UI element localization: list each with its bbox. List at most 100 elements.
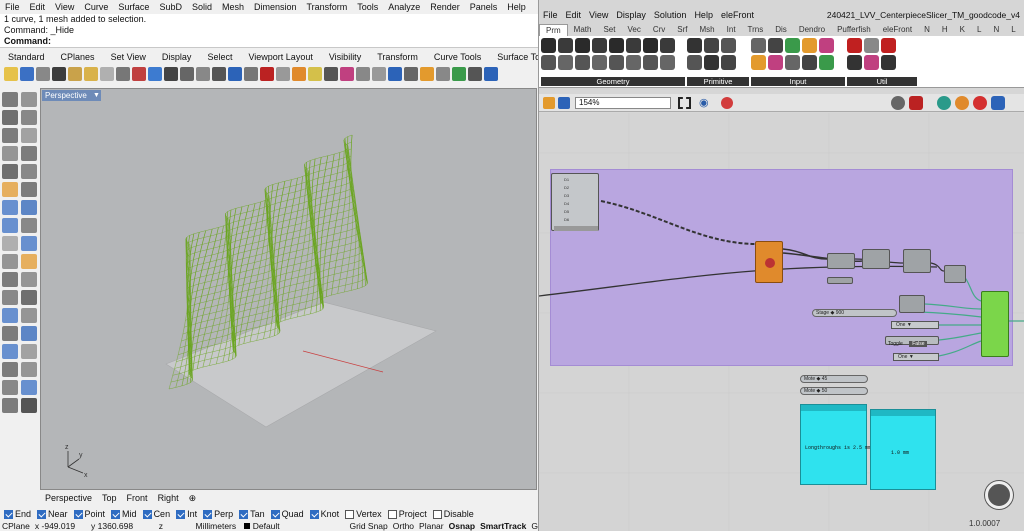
toolbar-tab[interactable]: Standard: [0, 50, 53, 64]
tool-icon[interactable]: [21, 92, 37, 107]
menu-solid[interactable]: Solid: [187, 0, 217, 14]
toolbar-icon[interactable]: [132, 67, 146, 81]
component[interactable]: [944, 265, 966, 283]
component-icon[interactable]: [704, 38, 719, 53]
component-icon[interactable]: [609, 55, 624, 70]
component-icon[interactable]: [864, 55, 879, 70]
component-icon[interactable]: [785, 55, 800, 70]
status-toggle[interactable]: Osnap: [449, 521, 475, 531]
toolbar-icon[interactable]: [116, 67, 130, 81]
osnap-project[interactable]: Project: [387, 509, 427, 519]
view-tab[interactable]: ⊕: [184, 491, 202, 505]
toolbar-tab[interactable]: Set View: [103, 50, 154, 64]
osnap-point[interactable]: Point: [73, 509, 105, 519]
osnap-int[interactable]: Int: [176, 509, 197, 519]
tool-icon[interactable]: [21, 290, 37, 305]
toolbar-tab[interactable]: Curve Tools: [426, 50, 489, 64]
component-icon[interactable]: [802, 55, 817, 70]
toolbar-icon[interactable]: [228, 67, 242, 81]
menu-edit[interactable]: Edit: [25, 0, 51, 14]
component-icon[interactable]: [558, 38, 573, 53]
tool-icon[interactable]: [21, 326, 37, 341]
toolbar-icon[interactable]: [484, 67, 498, 81]
sketch-icon[interactable]: [721, 97, 733, 109]
component-icon[interactable]: [558, 55, 573, 70]
component-icon[interactable]: [847, 55, 862, 70]
tool-icon[interactable]: [2, 398, 18, 413]
gh-tab[interactable]: Srf: [671, 24, 693, 36]
gh-tab[interactable]: Dis: [769, 24, 793, 36]
gh-tab[interactable]: Trns: [742, 24, 770, 36]
document-preview-icon[interactable]: [955, 96, 969, 110]
tool-icon[interactable]: [2, 344, 18, 359]
component-icon[interactable]: [592, 38, 607, 53]
toolbar-icon[interactable]: [420, 67, 434, 81]
checkbox-icon[interactable]: [203, 509, 213, 519]
tool-icon[interactable]: [2, 146, 18, 161]
save-file-icon[interactable]: [558, 97, 570, 109]
tool-icon[interactable]: [21, 344, 37, 359]
component-icon[interactable]: [768, 38, 783, 53]
toolbar-icon[interactable]: [244, 67, 258, 81]
units-label[interactable]: Millimeters: [196, 521, 244, 531]
gh-tab[interactable]: N: [987, 24, 1005, 36]
tool-icon[interactable]: [21, 308, 37, 323]
component-icon[interactable]: [768, 55, 783, 70]
toolbar-icon[interactable]: [388, 67, 402, 81]
preview-eye-icon[interactable]: ◉: [699, 96, 709, 109]
tool-icon[interactable]: [2, 182, 18, 197]
tool-icon[interactable]: [2, 326, 18, 341]
display-icon[interactable]: [973, 96, 987, 110]
gh-menu-item[interactable]: Solution: [650, 8, 691, 22]
toolbar-icon[interactable]: [260, 67, 274, 81]
tool-icon[interactable]: [2, 362, 18, 377]
tool-icon[interactable]: [21, 236, 37, 251]
viewport-title[interactable]: Perspective: [42, 90, 101, 101]
component[interactable]: [862, 249, 890, 269]
toolbar-icon[interactable]: [468, 67, 482, 81]
layer-label[interactable]: Default: [253, 521, 350, 531]
tool-icon[interactable]: [2, 110, 18, 125]
selected-component[interactable]: [755, 241, 783, 283]
tool-icon[interactable]: [21, 380, 37, 395]
osnap-vertex[interactable]: Vertex: [345, 509, 382, 519]
checkbox-icon[interactable]: [142, 509, 152, 519]
gh-tab[interactable]: Prm: [539, 24, 568, 36]
component-icon[interactable]: [704, 55, 719, 70]
text-panel-2[interactable]: 1.0 mm: [870, 409, 936, 490]
component-icon[interactable]: [687, 38, 702, 53]
menu-tools[interactable]: Tools: [352, 0, 383, 14]
toolbar-icon[interactable]: [452, 67, 466, 81]
component-icon[interactable]: [626, 38, 641, 53]
tool-icon[interactable]: [21, 254, 37, 269]
tool-icon[interactable]: [21, 272, 37, 287]
component-icon[interactable]: [592, 55, 607, 70]
menu-mesh[interactable]: Mesh: [217, 0, 249, 14]
mote-slider-1[interactable]: Mote ◆ 45: [800, 375, 868, 383]
component-icon[interactable]: [721, 55, 736, 70]
toolbar-icon[interactable]: [436, 67, 450, 81]
checkbox-icon[interactable]: [309, 509, 319, 519]
tool-icon[interactable]: [2, 236, 18, 251]
checkbox-icon[interactable]: [73, 509, 83, 519]
tool-icon[interactable]: [2, 164, 18, 179]
menu-view[interactable]: View: [50, 0, 79, 14]
toolbar-icon[interactable]: [196, 67, 210, 81]
cluster-component[interactable]: D1 D2 D3 D4 D5 D6: [551, 173, 599, 231]
toolbar-tab[interactable]: CPlanes: [53, 50, 103, 64]
toolbar-tab[interactable]: Select: [199, 50, 240, 64]
checkbox-icon[interactable]: [345, 509, 355, 519]
value-list-dropdown-2[interactable]: One ▼: [893, 353, 939, 361]
component-icon[interactable]: [609, 38, 624, 53]
toolbar-tab[interactable]: Visibility: [321, 50, 369, 64]
gh-tab[interactable]: Int: [721, 24, 742, 36]
toolbar-icon[interactable]: [100, 67, 114, 81]
toolbar-icon[interactable]: [68, 67, 82, 81]
viewport-menu-caret-icon[interactable]: ▼: [93, 92, 100, 99]
boolean-toggle[interactable]: Toggle False: [885, 336, 939, 347]
command-prompt[interactable]: Command:: [4, 36, 538, 47]
component-icon[interactable]: [541, 55, 556, 70]
osnap-disable[interactable]: Disable: [432, 509, 474, 519]
tool-icon[interactable]: [2, 272, 18, 287]
menu-surface[interactable]: Surface: [113, 0, 154, 14]
